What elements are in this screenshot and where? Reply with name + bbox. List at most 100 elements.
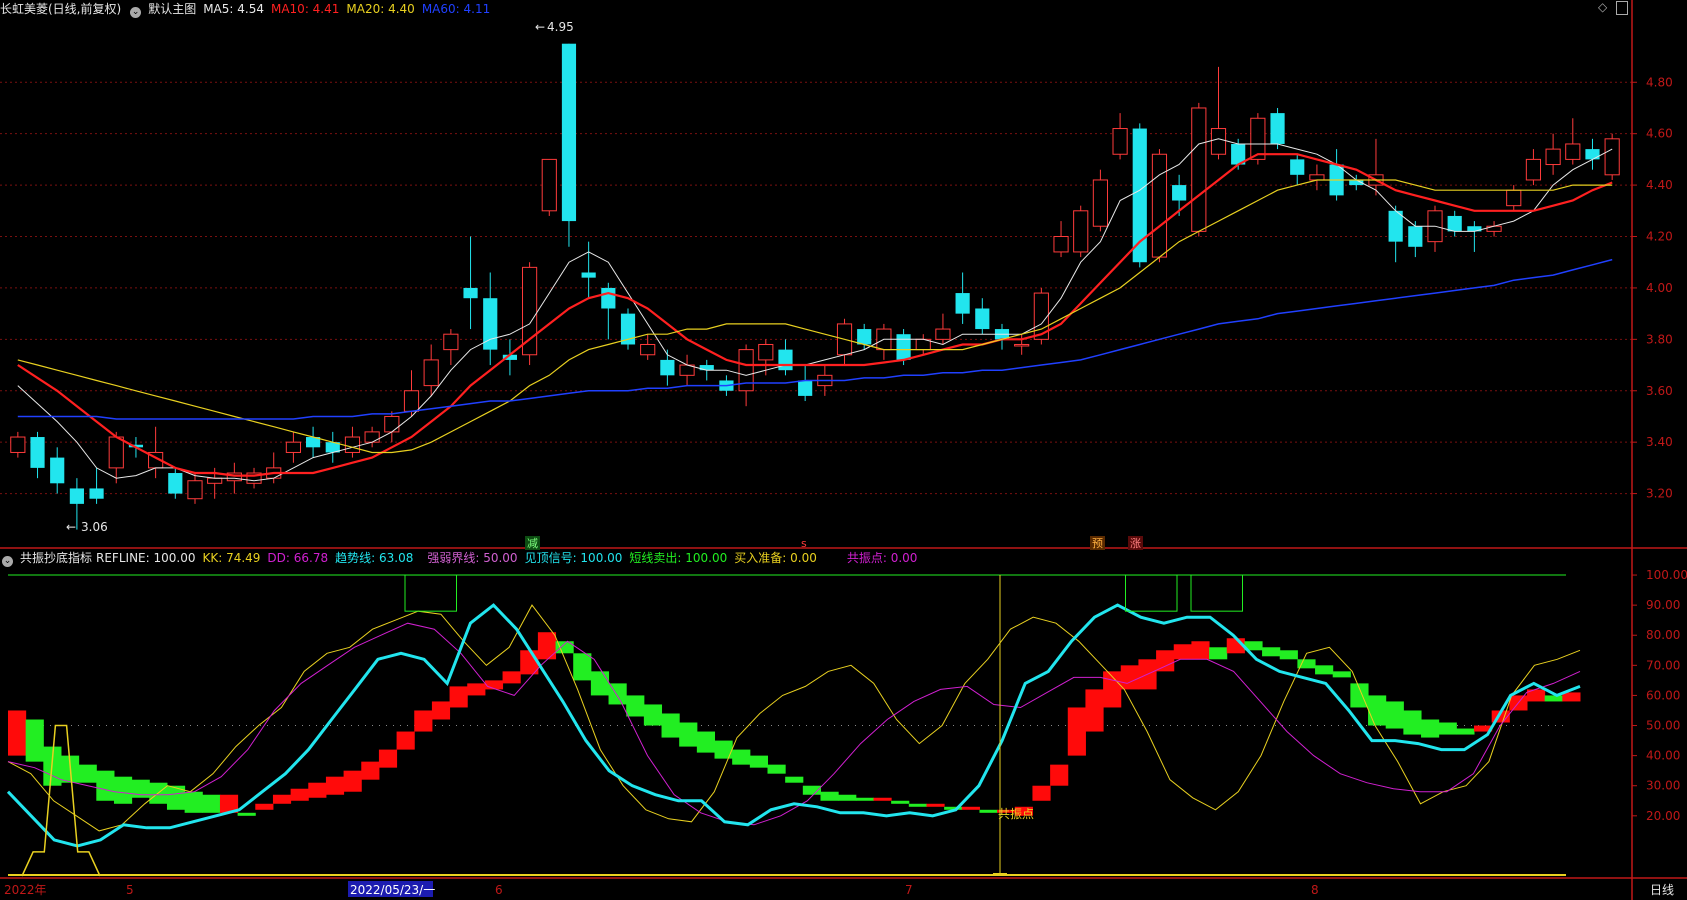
- candle-body-up: [1486, 225, 1502, 232]
- price-tick-label: 3.60: [1646, 384, 1673, 398]
- price-tick-label: 4.80: [1646, 75, 1673, 89]
- xaxis-jun: 6: [495, 883, 503, 897]
- candle-body-up: [344, 436, 361, 453]
- signal-s: s: [801, 537, 807, 550]
- candle-body-down: [1290, 159, 1305, 175]
- indicator-tick-label: 100.00: [1646, 568, 1687, 582]
- signal-bar: [1120, 665, 1139, 690]
- candle-body-down: [168, 473, 183, 494]
- candle-body-up: [758, 343, 774, 361]
- candle-body-down: [561, 43, 577, 222]
- price-tick-label: 4.20: [1646, 230, 1673, 244]
- candle-body-down: [1408, 226, 1423, 247]
- xaxis-jul: 7: [905, 883, 913, 897]
- ma-line-ma10: [17, 153, 1613, 477]
- candle-body-down: [1585, 149, 1600, 160]
- signal-bar: [396, 731, 415, 750]
- resonance-point-label: 共振点: [998, 807, 1034, 821]
- candle-body-up: [285, 441, 301, 453]
- period-label[interactable]: 日线: [1650, 883, 1674, 897]
- candle-body-up: [640, 343, 656, 356]
- candle-body-up: [1053, 236, 1069, 253]
- signal-bar: [25, 719, 44, 762]
- candle-body-up: [207, 477, 223, 484]
- price-tick-label: 4.60: [1646, 127, 1673, 141]
- signal-bar: [1262, 647, 1281, 657]
- candle-body-down: [1270, 113, 1285, 144]
- candle-body-up: [1545, 148, 1561, 166]
- signal-bar: [325, 776, 345, 795]
- signal-bar: [202, 794, 221, 813]
- signal-bar: [1438, 722, 1457, 735]
- top-signal-box: [1125, 574, 1178, 612]
- signal-bar: [643, 704, 663, 726]
- signal-bar: [1332, 671, 1351, 678]
- candle-body-up: [1565, 143, 1581, 160]
- indicator-tick-label: 80.00: [1646, 628, 1680, 642]
- signal-bar: [838, 794, 857, 801]
- signal-bar: [1544, 695, 1563, 702]
- signal-bar: [8, 710, 27, 756]
- signal-bar: [696, 731, 716, 753]
- signal-bar: [732, 749, 751, 765]
- candle-body-up: [187, 480, 203, 500]
- signal-bar: [255, 803, 274, 810]
- price-tick-label: 3.80: [1646, 332, 1673, 346]
- candle-body-down: [699, 365, 714, 371]
- candle-body-down: [581, 272, 596, 278]
- indicator-tick-label: 40.00: [1646, 749, 1680, 763]
- candle-body-down: [69, 488, 84, 504]
- candle-body-up: [108, 436, 124, 469]
- signal-reduce: 减: [527, 537, 538, 550]
- signal-bar: [467, 683, 486, 696]
- signal-bar: [626, 695, 645, 717]
- candle-body-up: [443, 333, 459, 351]
- signal-bar: [1279, 650, 1298, 660]
- signal-bar: [979, 809, 998, 813]
- candle-body-down: [89, 488, 104, 499]
- candle-body-down: [975, 308, 990, 330]
- indicator-tick-label: 20.00: [1646, 809, 1680, 823]
- candle-body-up: [403, 390, 420, 412]
- candle-body-up: [384, 415, 400, 433]
- candle-body-down: [601, 287, 616, 309]
- signal-bar: [1191, 641, 1210, 660]
- signal-bar: [573, 653, 592, 681]
- signal-bar: [679, 722, 698, 747]
- price-tick-label: 3.40: [1646, 435, 1673, 449]
- signal-bar: [785, 776, 804, 783]
- candle-body-down: [1388, 210, 1403, 242]
- candle-body-up: [541, 158, 557, 212]
- candle-body-down: [463, 287, 478, 299]
- signal-bar: [414, 710, 433, 732]
- candle-body-down: [896, 334, 911, 360]
- cursor-date: 2022/05/23/一: [350, 883, 435, 897]
- signal-bar: [1085, 689, 1104, 732]
- indicator-tick-label: 30.00: [1646, 779, 1680, 793]
- candle-body-up: [10, 436, 26, 453]
- candle-body-up: [1506, 189, 1522, 207]
- signal-pre: 预: [1092, 537, 1103, 550]
- candle-body-up: [1151, 153, 1168, 258]
- signal-bar: [1173, 644, 1192, 660]
- signal-bar: [113, 776, 133, 804]
- signal-bar: [272, 794, 292, 804]
- candle-body-down: [955, 293, 970, 314]
- signal-bar: [873, 797, 892, 801]
- signal-bar: [1032, 785, 1051, 801]
- top-signal-box: [1190, 574, 1243, 612]
- grid-layer: [0, 81, 1632, 495]
- signal-bar: [184, 791, 203, 813]
- xaxis-may: 5: [126, 883, 134, 897]
- indicator-tick-label: 50.00: [1646, 719, 1680, 733]
- price-tick-label: 4.40: [1646, 178, 1673, 192]
- signal-bar: [237, 812, 256, 816]
- chart-canvas[interactable]: 3.20 3.40 3.60 3.80 4.00 4.20 4.40 4.60 4.80 20.0…: [0, 0, 1687, 900]
- candle-body-up: [1525, 158, 1542, 181]
- high-annotation: 4.95: [547, 20, 574, 34]
- signal-bar: [1067, 707, 1086, 756]
- indicator-tick-label: 70.00: [1646, 658, 1680, 672]
- dd-line: [7, 622, 1581, 826]
- stock-chart-window: 长虹美菱(日线,前复权) ⌄ 默认主图 MA5: 4.54 MA10: 4.41 MA20…: [0, 0, 1687, 900]
- signal-bar: [308, 782, 327, 798]
